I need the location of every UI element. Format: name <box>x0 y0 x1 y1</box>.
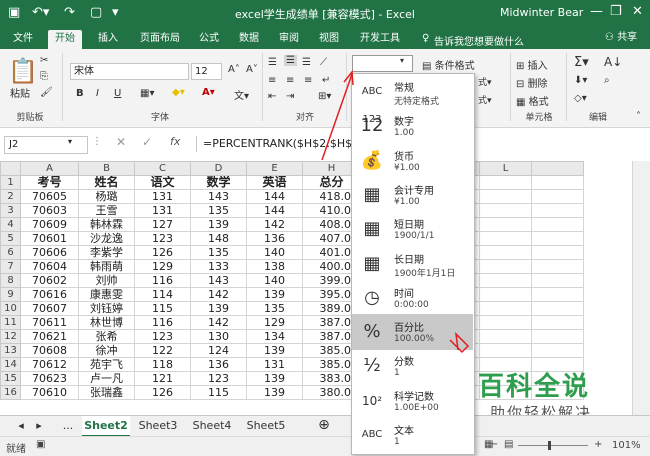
arrow-to-select <box>321 73 353 161</box>
annotation-arrows <box>321 70 470 354</box>
pointer-arrow <box>449 331 470 354</box>
